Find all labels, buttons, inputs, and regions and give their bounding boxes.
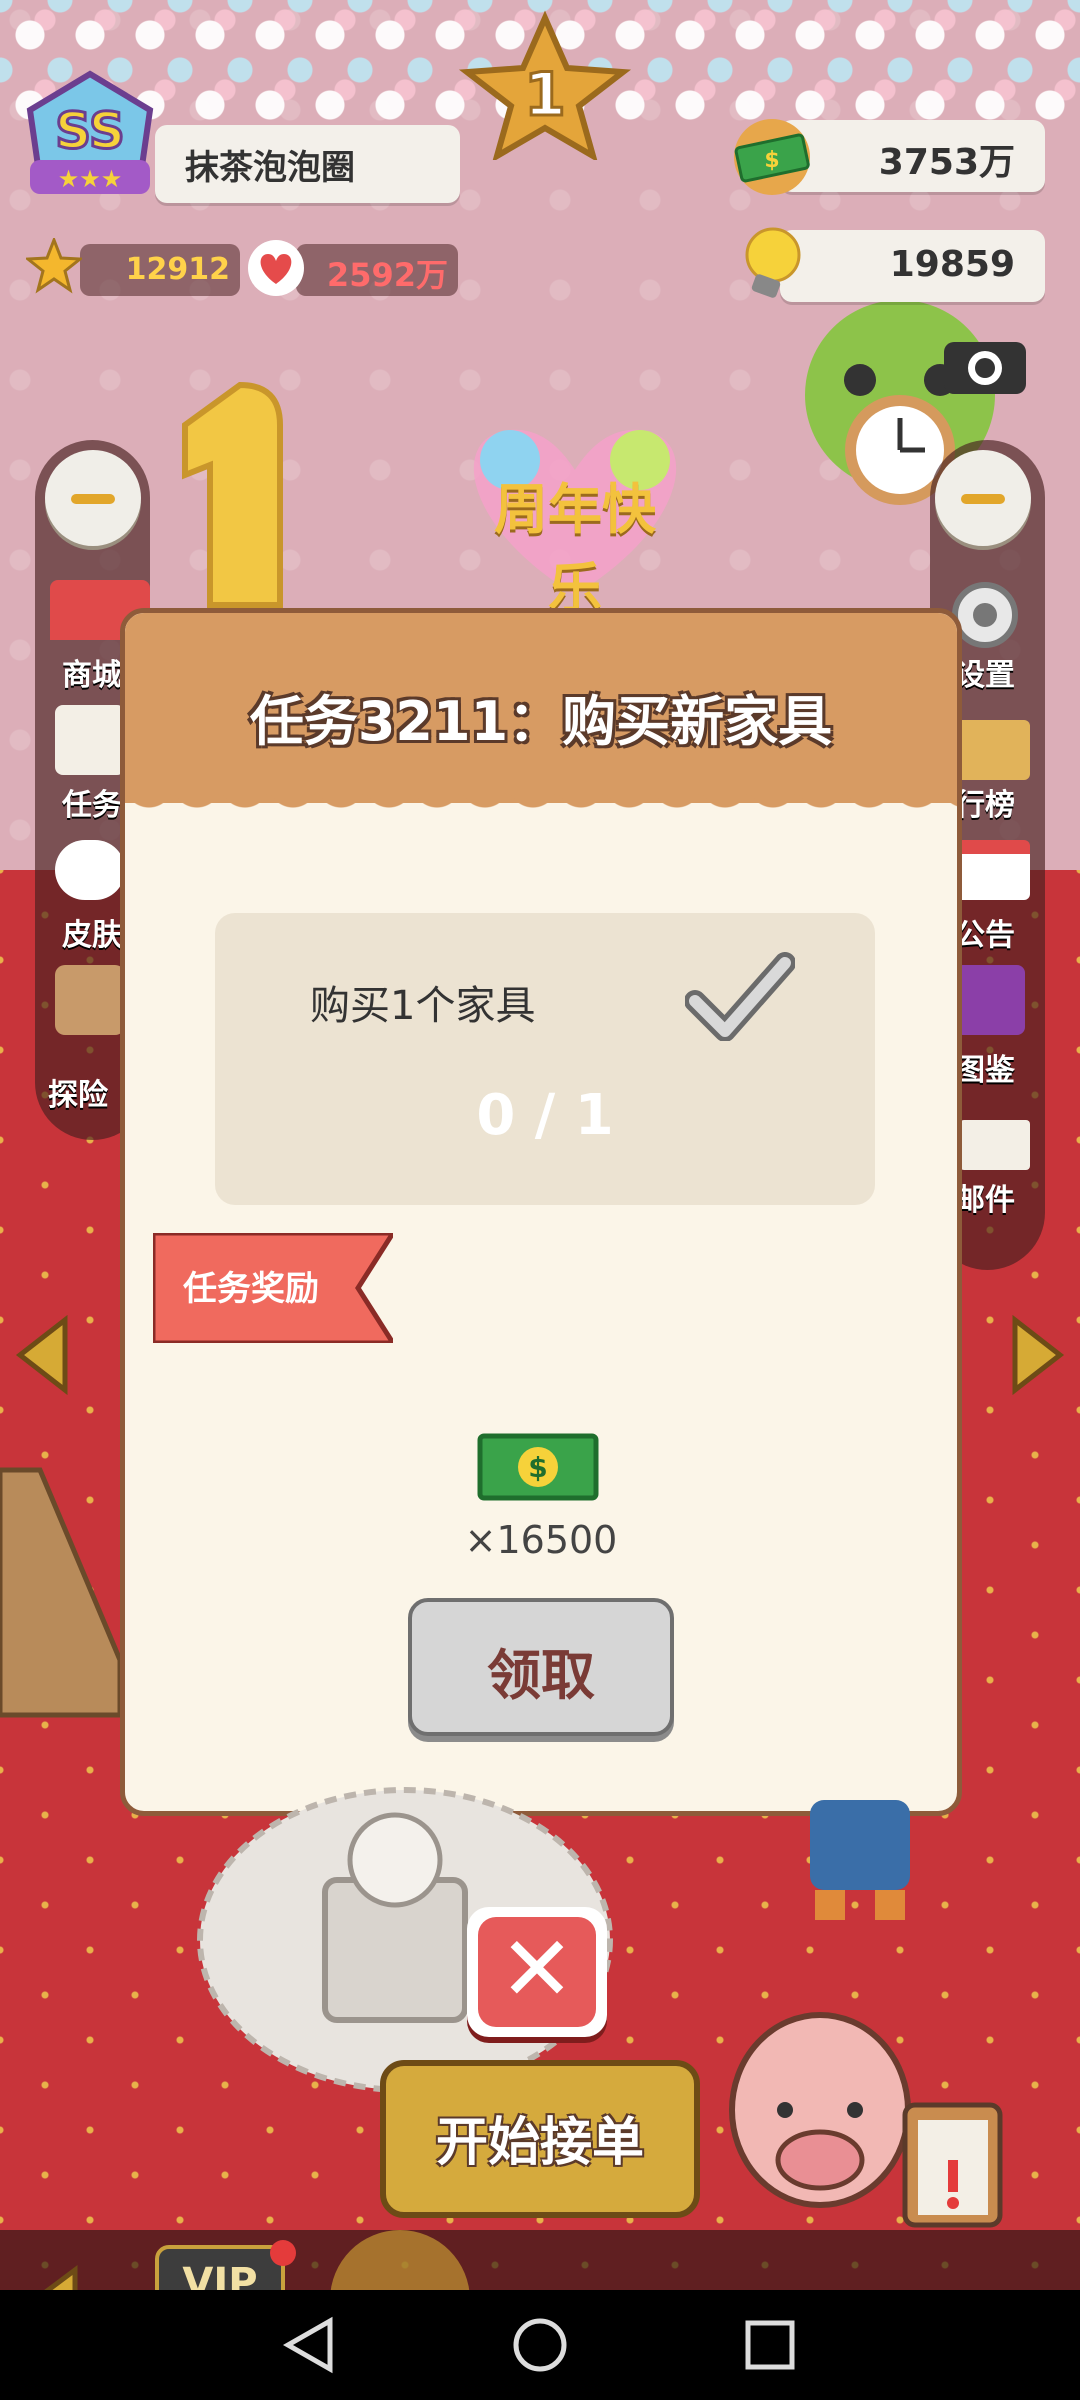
- start-orders-label[interactable]: 开始接单: [380, 2100, 700, 2175]
- rank-label: SS: [55, 102, 125, 160]
- svg-text:★★★: ★★★: [58, 165, 123, 193]
- menu-settings-label[interactable]: 设置: [955, 650, 1015, 694]
- menu-task-label[interactable]: 任务: [62, 780, 122, 824]
- likes-count: 2592万: [326, 256, 448, 294]
- collapse-right-menu-button[interactable]: [935, 450, 1031, 546]
- menu-skin-label[interactable]: 皮肤: [62, 910, 122, 954]
- task-progress: 0 / 1: [476, 1083, 614, 1148]
- home-nav-icon[interactable]: [510, 2315, 570, 2375]
- menu-collection-label[interactable]: 图鉴: [955, 1045, 1015, 1089]
- modal-title: 任务3211：购买新家具: [249, 690, 833, 753]
- menu-adventure-label[interactable]: 探险: [48, 1070, 108, 1114]
- adventure-icon[interactable]: [55, 965, 125, 1035]
- task-description: 购买1个家具: [310, 983, 536, 1029]
- cash-reward-icon: $: [477, 1433, 599, 1501]
- collection-icon[interactable]: [955, 965, 1025, 1035]
- star-icon: [26, 238, 82, 294]
- lightbulb-icon: [745, 227, 801, 298]
- mail-icon[interactable]: [960, 1120, 1030, 1170]
- back-nav-icon[interactable]: [280, 2315, 340, 2375]
- close-icon[interactable]: ✕: [478, 1920, 596, 2020]
- staircase-decor: [0, 1467, 120, 1718]
- menu-ranking-label[interactable]: 行榜: [955, 780, 1015, 824]
- reward-label: 任务奖励: [183, 1269, 319, 1309]
- camera-icon[interactable]: [942, 330, 1028, 396]
- rank-trophy-icon: 1: [458, 10, 632, 160]
- chef-character-decor: [810, 1800, 910, 1920]
- task-modal: 任务3211：购买新家具 购买1个家具 0 / 1 任务奖励 $ ×16500 …: [120, 608, 962, 1816]
- recents-nav-icon[interactable]: [740, 2315, 800, 2375]
- clipboard-alert-icon[interactable]: [900, 2090, 1005, 2230]
- svg-text:$: $: [528, 1451, 547, 1484]
- anniversary-text: 周年快乐: [494, 478, 656, 620]
- trophy-number: 1: [524, 60, 566, 130]
- check-icon: [685, 952, 795, 1041]
- scroll-right-arrow-icon[interactable]: [1010, 1315, 1065, 1395]
- collapse-left-menu-button[interactable]: [45, 450, 141, 546]
- stars-count: 12912: [125, 252, 230, 287]
- modal-header-scallop: [125, 783, 957, 833]
- menu-shop-label[interactable]: 商城: [62, 650, 122, 694]
- ideas-amount: 19859: [889, 244, 1015, 285]
- menu-news-label[interactable]: 公告: [955, 910, 1015, 954]
- news-icon[interactable]: [955, 840, 1030, 900]
- money-amount: 3753万: [878, 142, 1015, 183]
- ranking-icon[interactable]: [955, 720, 1030, 780]
- claim-button-label[interactable]: 领取: [408, 1631, 674, 1710]
- balloon-number-icon: [182, 381, 283, 608]
- bunny-skin-icon[interactable]: [55, 840, 125, 900]
- rank-badge-icon[interactable]: SS ★★★: [20, 70, 160, 200]
- task-icon[interactable]: [55, 705, 125, 775]
- vip-notification-dot: [270, 2240, 296, 2266]
- piggy-bank-icon[interactable]: [725, 2010, 915, 2210]
- scroll-left-arrow-icon[interactable]: [15, 1315, 70, 1395]
- menu-mail-label[interactable]: 邮件: [955, 1175, 1015, 1219]
- player-name: 抹茶泡泡圈: [185, 148, 355, 188]
- reward-amount: ×16500: [464, 1518, 618, 1562]
- svg-text:$: $: [764, 148, 779, 173]
